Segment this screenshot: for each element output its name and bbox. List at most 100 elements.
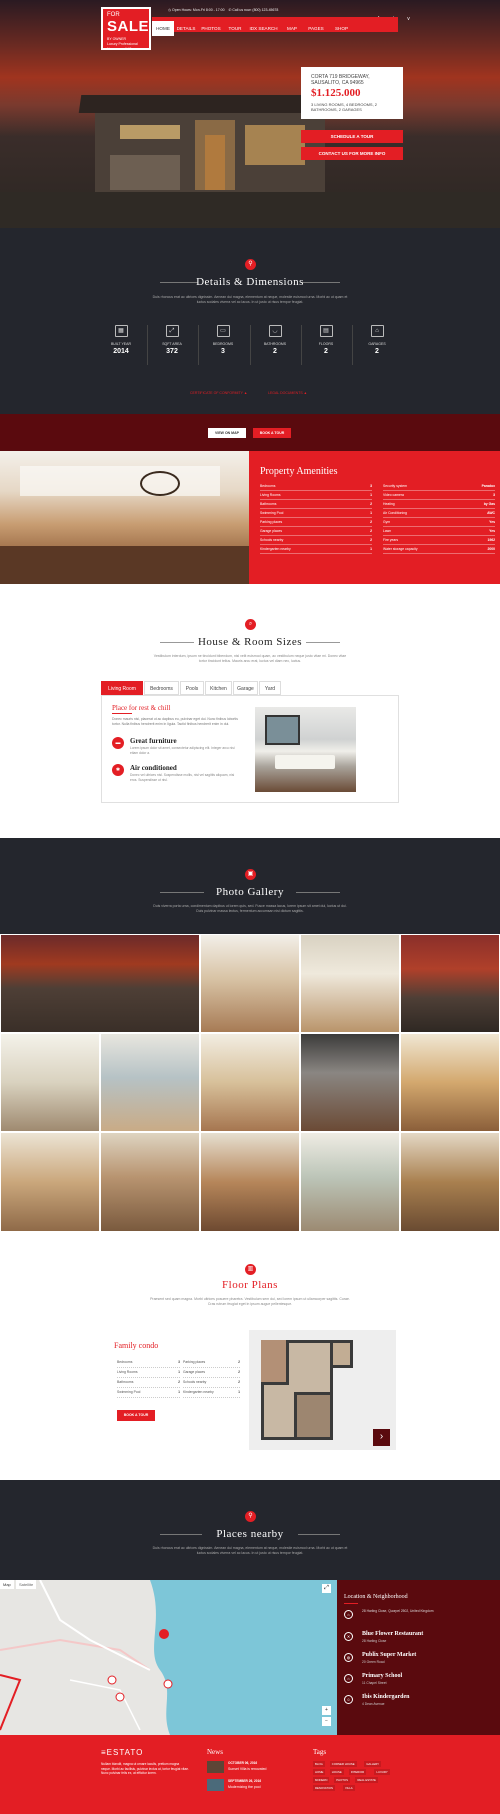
contact-button[interactable]: CONTACT US FOR MORE INFO [301,147,403,160]
search-icon: ⌕ [245,619,256,630]
gallery-photo[interactable] [300,1033,400,1132]
amenity-value: by Gas [483,502,495,506]
footer-about: Nullam blandit, magna ut ornare iaculis,… [101,1762,189,1775]
news-thumb[interactable] [207,1761,224,1773]
nav-details[interactable]: DETAILS [174,21,198,36]
amenities-title: Property Amenities [260,466,338,477]
nav-pages[interactable]: PAGES [303,21,329,36]
gallery-photo[interactable] [300,1132,400,1232]
gallery-photo[interactable] [100,1132,200,1232]
garage-icon: ⌂ [370,325,384,337]
nav-photos[interactable]: PHOTOS [198,21,224,36]
nav-shop[interactable]: SHOP [329,21,354,36]
restaurant-icon: ✕ [344,1632,353,1641]
stat-bathrooms: ◡ BATHROOMS 2 [253,325,297,355]
tag-link[interactable]: LUXURY [374,1769,390,1775]
tab-living-room[interactable]: Living Room [101,681,143,695]
tab-yard[interactable]: Yard [259,681,281,695]
tag-link[interactable]: REAL ESTATE [355,1777,378,1783]
blueprint-icon: ▥ [245,1264,256,1275]
gallery-photo[interactable] [200,1033,300,1132]
place-name[interactable]: Primary School [362,1673,402,1679]
clock-icon: ◷ [168,8,172,12]
next-plan-button[interactable]: › [373,1429,390,1446]
property-address: CORTA 719 BRIDGEWAY, SAUSALITO, CA 94965 [311,74,370,86]
zoom-out-button[interactable]: − [322,1717,331,1726]
tag-link[interactable]: PHOTOS [334,1777,350,1783]
satellite-tab[interactable]: Satellite [16,1580,37,1589]
map-canvas[interactable] [0,1580,337,1735]
gallery-photo[interactable] [400,934,500,1033]
floor-book-tour-button[interactable]: BOOK A TOUR [117,1410,155,1421]
upload-icon: ▲ [303,391,308,395]
place-address: 28 Harling Close [362,1639,387,1643]
zoom-in-button[interactable]: + [322,1706,331,1715]
amenity-name: Schools nearby [260,538,284,542]
tag-link[interactable]: RENOVATION [313,1785,336,1791]
amenity-name: Kindergarten nearby [260,547,291,551]
call-us: Call us now: (800) 123-45678 [232,8,279,12]
fullscreen-icon[interactable]: ⤢ [322,1584,331,1593]
news-link[interactable]: Sunset Villa is renovated [228,1767,266,1771]
gallery-photo[interactable] [200,934,300,1033]
place-name[interactable]: Ibis Kindergarden [362,1694,410,1700]
photo-grid [0,934,500,1232]
logo-tagline: BY OWNER Luxury Professional Houses and V… [107,37,138,51]
amenity-value: 2 [370,538,372,542]
places-subtitle: Duis rhoncus erat ac ultrices dignissim.… [152,1546,348,1555]
sofa-icon: ▬ [112,737,124,749]
feature-furniture-title: Great furniture [130,737,177,745]
tab-kitchen[interactable]: Kitchen [205,681,232,695]
news-link[interactable]: Modernizing the pool [228,1785,261,1789]
stat-bedrooms: ▭ BEDROOMS 3 [201,325,245,355]
gallery-photo[interactable] [400,1033,500,1132]
nav-map[interactable]: MAP [281,21,303,36]
place-name[interactable]: Blue Flower Restaurant [362,1631,423,1637]
tag-link[interactable]: BLOG [313,1761,325,1767]
neighborhood-map[interactable]: Map Satellite ⤢ + − [0,1580,337,1735]
tag-link[interactable]: HOUSE [329,1769,344,1775]
amenity-value: AWC [487,511,495,515]
stat-built-year: ▦ BUILT YEAR 2014 [99,325,143,355]
gallery-photo[interactable] [0,1132,100,1232]
tab-pools[interactable]: Pools [180,681,204,695]
vimeo-icon[interactable]: v [404,16,413,22]
gallery-photo[interactable] [300,934,400,1033]
map-tab[interactable]: Map [0,1580,14,1589]
view-on-map-button[interactable]: VIEW ON MAP [208,428,246,438]
amenity-name: Bathrooms [260,502,277,506]
tag-link[interactable]: VILLA [343,1785,355,1791]
rooms-subtitle: Vestibulum interdum, ipsum ne tincidunt … [153,654,347,663]
nav-tour[interactable]: TOUR [224,21,246,36]
news-thumb[interactable] [207,1779,224,1791]
tag-link[interactable]: GALLERY [364,1761,382,1767]
amenity-value: 1 [370,511,372,515]
schedule-tour-button[interactable]: SCHEDULE A TOUR [301,130,403,143]
gallery-photo[interactable] [0,934,200,1033]
camera-icon: ▣ [245,869,256,880]
tab-garage[interactable]: Garage [233,681,258,695]
book-tour-button[interactable]: BOOK A TOUR [253,428,291,438]
tag-link[interactable]: CORNER HOUSE [329,1761,357,1767]
tag-link[interactable]: MODERN [313,1777,330,1783]
nav-home[interactable]: HOME [152,21,174,36]
room-card-text: Donec mauris nisi, placerat ut ac dapibu… [112,717,238,726]
bath-icon: ◡ [268,325,282,337]
nav-idx-search[interactable]: IDX SEARCH [246,21,281,36]
gallery-photo[interactable] [100,1033,200,1132]
tab-bedrooms[interactable]: Bedrooms [144,681,179,695]
certificate-link[interactable]: CERTIFICATE OF CONFORMITY ▲ [190,391,247,395]
plan-title: Family condo [114,1341,159,1350]
plan-item-name: Bathrooms [117,1380,134,1384]
gallery-photo[interactable] [0,1033,100,1132]
site-logo[interactable]: FOR SALE BY OWNER Luxury Professional Hou… [101,7,151,51]
amenity-divider [383,535,495,536]
tag-link[interactable]: HOME [313,1769,326,1775]
tag-link[interactable]: INTERIOR [348,1769,367,1775]
place-name[interactable]: Publix Super Market [362,1652,416,1658]
legal-documents-link[interactable]: LEGAL DOCUMENTS ▲ [268,391,307,395]
gallery-photo[interactable] [400,1132,500,1232]
gallery-photo[interactable] [200,1132,300,1232]
living-room-photo[interactable] [255,707,356,792]
plan-divider [183,1377,240,1378]
